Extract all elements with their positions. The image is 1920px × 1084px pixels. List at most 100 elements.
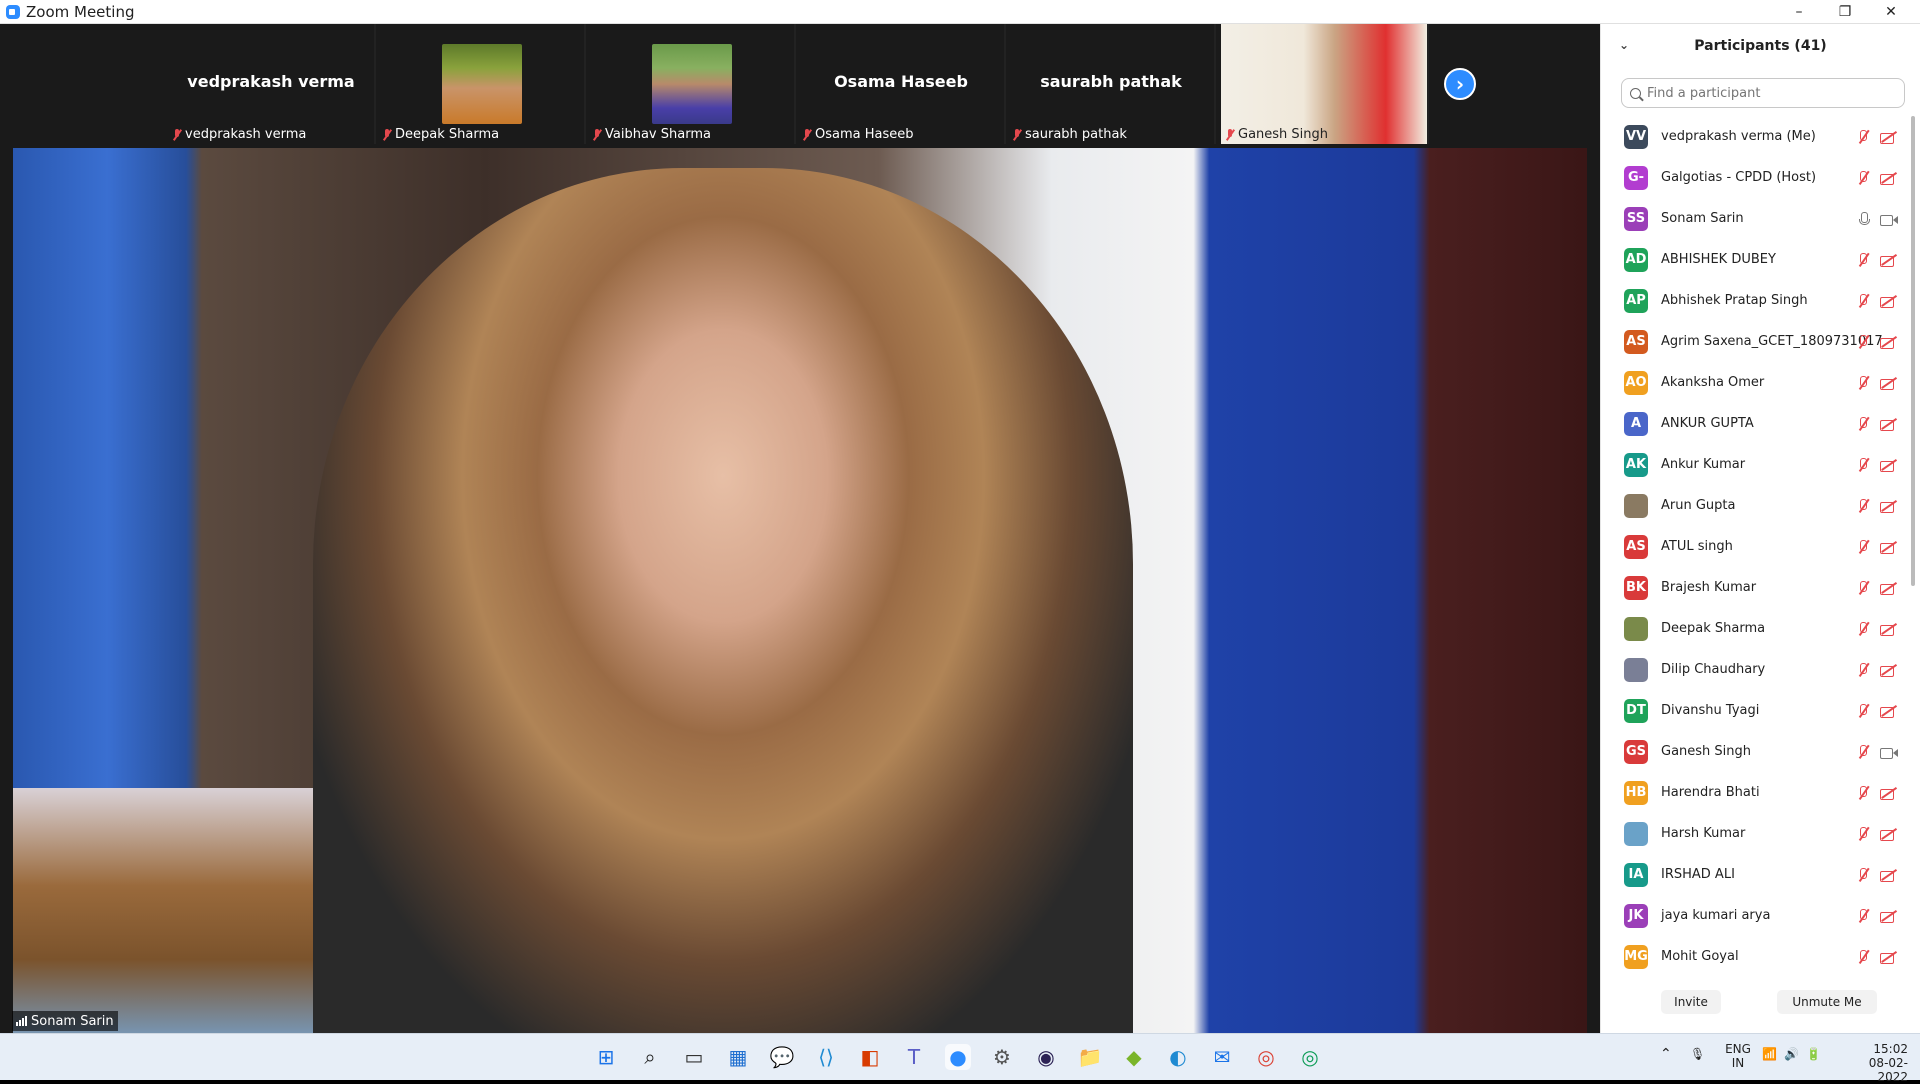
- participant-row[interactable]: AS Agrim Saxena_GCET_1809731017: [1601, 321, 1920, 362]
- chrome-profile-icon[interactable]: ◎: [1297, 1044, 1323, 1070]
- camera-off-icon[interactable]: [1880, 909, 1898, 923]
- collapse-chevron-icon[interactable]: ⌄: [1619, 38, 1629, 52]
- scrollbar-thumb[interactable]: [1911, 116, 1915, 586]
- mic-muted-icon[interactable]: [1856, 129, 1870, 145]
- maximize-button[interactable]: ❐: [1822, 0, 1868, 24]
- camera-off-icon[interactable]: [1880, 704, 1898, 718]
- strip-tile-video[interactable]: Ganesh Singh: [1221, 24, 1429, 144]
- participant-scrollbar[interactable]: [1911, 116, 1917, 986]
- camera-off-icon[interactable]: [1880, 622, 1898, 636]
- mic-muted-icon[interactable]: [1856, 908, 1870, 924]
- office-icon[interactable]: ◧: [857, 1044, 883, 1070]
- mic-muted-icon[interactable]: [1856, 621, 1870, 637]
- strip-tile[interactable]: Deepak Sharma: [378, 24, 586, 144]
- camera-on-icon[interactable]: [1880, 212, 1898, 226]
- participant-row[interactable]: JK jaya kumari arya: [1601, 895, 1920, 936]
- chrome-icon[interactable]: ◎: [1253, 1044, 1279, 1070]
- battery-icon[interactable]: 🔋: [1806, 1047, 1821, 1061]
- mic-on-icon[interactable]: [1858, 211, 1870, 227]
- camera-off-icon[interactable]: [1880, 827, 1898, 841]
- camera-off-icon[interactable]: [1880, 868, 1898, 882]
- participant-row[interactable]: BK Brajesh Kumar: [1601, 567, 1920, 608]
- participant-row[interactable]: AS ATUL singh: [1601, 526, 1920, 567]
- camera-off-icon[interactable]: [1880, 417, 1898, 431]
- clock[interactable]: 15:02 08-02-2022: [1840, 1042, 1908, 1084]
- camera-off-icon[interactable]: [1880, 950, 1898, 964]
- language-indicator[interactable]: ENG IN: [1722, 1042, 1754, 1070]
- participant-row[interactable]: VV vedprakash verma (Me): [1601, 116, 1920, 157]
- search-icon[interactable]: ⌕: [637, 1044, 663, 1070]
- camera-off-icon[interactable]: [1880, 376, 1898, 390]
- mic-muted-icon[interactable]: [1856, 826, 1870, 842]
- camera-off-icon[interactable]: [1880, 335, 1898, 349]
- edge-icon[interactable]: ◐: [1165, 1044, 1191, 1070]
- mic-muted-icon[interactable]: [1856, 785, 1870, 801]
- teams-icon[interactable]: T: [901, 1044, 927, 1070]
- participant-row[interactable]: A ANKUR GUPTA: [1601, 403, 1920, 444]
- mic-muted-icon[interactable]: [1856, 416, 1870, 432]
- camera-off-icon[interactable]: [1880, 540, 1898, 554]
- participant-row[interactable]: Harsh Kumar: [1601, 813, 1920, 854]
- mic-muted-icon[interactable]: [1856, 252, 1870, 268]
- windows-start-icon[interactable]: ⊞: [593, 1044, 619, 1070]
- participant-row[interactable]: MG Mohit Goyal: [1601, 936, 1920, 977]
- mic-muted-icon[interactable]: [1856, 375, 1870, 391]
- participant-row[interactable]: DT Divanshu Tyagi: [1601, 690, 1920, 731]
- strip-tile[interactable]: vedprakash verma vedprakash verma: [168, 24, 376, 144]
- volume-icon[interactable]: 🔊: [1784, 1047, 1799, 1061]
- minimize-button[interactable]: –: [1776, 0, 1822, 24]
- file-explorer-icon[interactable]: 📁: [1077, 1044, 1103, 1070]
- widgets-icon[interactable]: ▦: [725, 1044, 751, 1070]
- strip-tile[interactable]: Vaibhav Sharma: [588, 24, 796, 144]
- camera-off-icon[interactable]: [1880, 663, 1898, 677]
- participant-row[interactable]: Deepak Sharma: [1601, 608, 1920, 649]
- participant-row[interactable]: G- Galgotias - CPDD (Host): [1601, 157, 1920, 198]
- bluestacks-icon[interactable]: ◆: [1121, 1044, 1147, 1070]
- camera-off-icon[interactable]: [1880, 130, 1898, 144]
- camera-off-icon[interactable]: [1880, 499, 1898, 513]
- camera-off-icon[interactable]: [1880, 786, 1898, 800]
- search-input[interactable]: [1647, 85, 1887, 101]
- mic-muted-icon[interactable]: [1856, 170, 1870, 186]
- participant-row[interactable]: SS Sonam Sarin: [1601, 198, 1920, 239]
- close-button[interactable]: ✕: [1868, 0, 1914, 24]
- camera-off-icon[interactable]: [1880, 253, 1898, 267]
- mic-muted-icon[interactable]: [1856, 293, 1870, 309]
- unmute-me-button[interactable]: Unmute Me: [1777, 990, 1877, 1014]
- mic-muted-icon[interactable]: [1856, 457, 1870, 473]
- mic-muted-icon[interactable]: [1856, 580, 1870, 596]
- participant-row[interactable]: GS Ganesh Singh: [1601, 731, 1920, 772]
- microphone-tray-icon[interactable]: 🎙: [1690, 1047, 1705, 1061]
- zoom-icon[interactable]: ●: [945, 1044, 971, 1070]
- camera-on-icon[interactable]: [1880, 745, 1898, 759]
- mic-muted-icon[interactable]: [1856, 662, 1870, 678]
- camera-off-icon[interactable]: [1880, 294, 1898, 308]
- participant-row[interactable]: AP Abhishek Pratap Singh: [1601, 280, 1920, 321]
- tray-chevron-icon[interactable]: ⌃: [1660, 1046, 1672, 1062]
- mic-muted-icon[interactable]: [1856, 334, 1870, 350]
- participant-row[interactable]: AO Akanksha Omer: [1601, 362, 1920, 403]
- mic-muted-icon[interactable]: [1856, 744, 1870, 760]
- participant-row[interactable]: Dilip Chaudhary: [1601, 649, 1920, 690]
- participant-row[interactable]: HB Harendra Bhati: [1601, 772, 1920, 813]
- strip-tile[interactable]: saurabh pathak saurabh pathak: [1008, 24, 1216, 144]
- next-page-button[interactable]: ›: [1444, 68, 1476, 100]
- eclipse-icon[interactable]: ◉: [1033, 1044, 1059, 1070]
- wifi-icon[interactable]: 📶: [1762, 1047, 1777, 1061]
- settings-icon[interactable]: ⚙: [989, 1044, 1015, 1070]
- participant-row[interactable]: IA IRSHAD ALI: [1601, 854, 1920, 895]
- mic-muted-icon[interactable]: [1856, 539, 1870, 555]
- mic-muted-icon[interactable]: [1856, 498, 1870, 514]
- task-view-icon[interactable]: ▭: [681, 1044, 707, 1070]
- invite-button[interactable]: Invite: [1661, 990, 1721, 1014]
- mic-muted-icon[interactable]: [1856, 867, 1870, 883]
- mic-muted-icon[interactable]: [1856, 949, 1870, 965]
- vscode-icon[interactable]: ⟨⟩: [813, 1044, 839, 1070]
- mic-muted-icon[interactable]: [1856, 703, 1870, 719]
- chat-icon[interactable]: 💬: [769, 1044, 795, 1070]
- strip-tile[interactable]: Osama Haseeb Osama Haseeb: [798, 24, 1006, 144]
- camera-off-icon[interactable]: [1880, 581, 1898, 595]
- camera-off-icon[interactable]: [1880, 171, 1898, 185]
- participant-row[interactable]: AD ABHISHEK DUBEY: [1601, 239, 1920, 280]
- camera-off-icon[interactable]: [1880, 458, 1898, 472]
